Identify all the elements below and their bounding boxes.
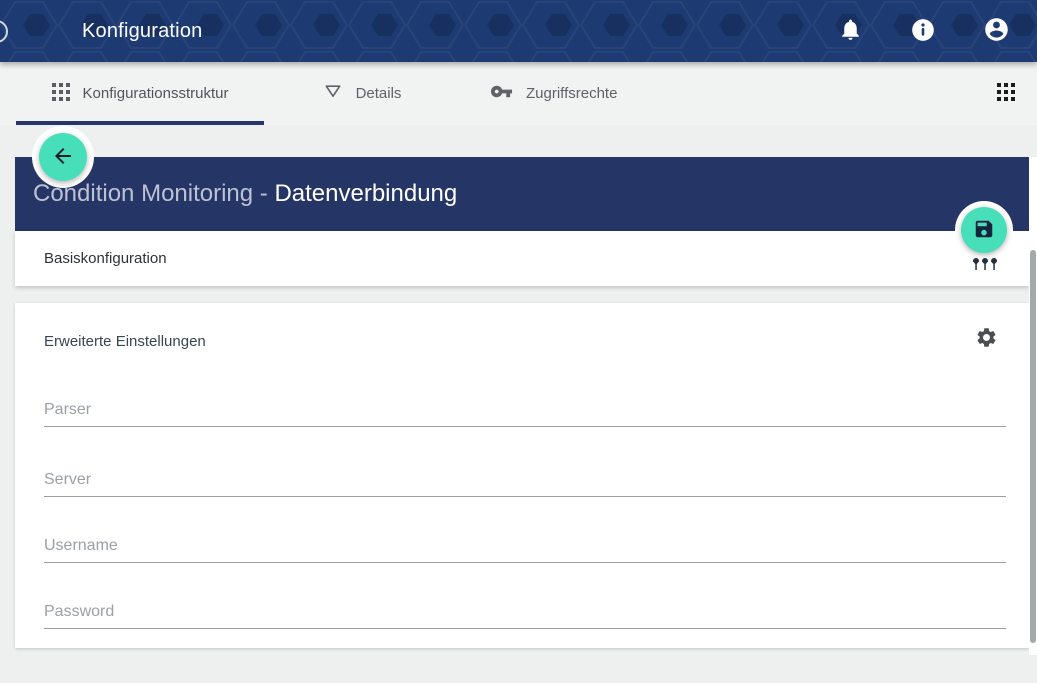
app-bar-actions — [837, 0, 1009, 62]
connector-pins-button[interactable] — [971, 258, 999, 273]
save-button[interactable] — [961, 207, 1007, 253]
tab-details[interactable]: Details — [264, 62, 460, 125]
tab-label: Zugriffsrechte — [526, 85, 617, 102]
parser-input[interactable] — [44, 397, 1006, 427]
username-input[interactable] — [44, 533, 1006, 563]
back-button[interactable] — [39, 133, 87, 181]
notifications-button[interactable] — [837, 18, 863, 44]
server-input[interactable] — [44, 467, 1006, 497]
erweiterte-einstellungen-card: Erweiterte Einstellungen — [15, 303, 1029, 648]
tab-bar: Konfigurationsstruktur Details Zugriffsr… — [0, 62, 1037, 125]
password-input[interactable] — [44, 599, 1006, 629]
server-field-wrap — [44, 467, 1006, 497]
save-icon — [973, 218, 995, 243]
page-header-band: Condition Monitoring - Datenverbindung — [15, 157, 1029, 231]
page-title-main: Datenverbindung — [274, 180, 457, 207]
account-button[interactable] — [983, 18, 1009, 44]
basiskonfiguration-panel: Basiskonfiguration — [15, 231, 1029, 286]
content-area: Condition Monitoring - Datenverbindung B… — [0, 125, 1037, 683]
grid-view-button[interactable] — [997, 62, 1015, 125]
funnel-icon — [323, 82, 343, 106]
arrow-left-icon — [51, 144, 75, 171]
password-field-wrap — [44, 599, 1006, 629]
partial-circle-logo-icon — [0, 20, 8, 43]
card-title: Erweiterte Einstellungen — [44, 333, 206, 350]
app-title: Konfiguration — [82, 0, 202, 62]
grid-icon — [997, 83, 1015, 104]
bell-icon — [838, 17, 863, 45]
gear-icon — [975, 337, 998, 352]
scrollbar-thumb[interactable] — [1030, 250, 1036, 643]
connector-pins-icon — [972, 259, 998, 274]
tab-zugriffsrechte[interactable]: Zugriffsrechte — [460, 62, 617, 125]
info-icon — [910, 17, 936, 46]
username-field-wrap — [44, 533, 1006, 563]
screen: Konfiguration Kon — [0, 0, 1037, 683]
parser-field-wrap — [44, 397, 1006, 427]
page-title: Condition Monitoring - Datenverbindung — [33, 157, 457, 231]
grid-icon — [52, 83, 70, 105]
section-label: Basiskonfiguration — [44, 250, 167, 267]
app-bar: Konfiguration — [0, 0, 1037, 62]
scrollbar-track — [1029, 157, 1037, 655]
info-button[interactable] — [910, 18, 936, 44]
account-icon — [983, 16, 1010, 46]
tab-label: Details — [356, 85, 402, 102]
settings-button[interactable] — [973, 326, 999, 352]
key-icon — [490, 80, 513, 107]
tab-konfigurationsstruktur[interactable]: Konfigurationsstruktur — [16, 62, 264, 125]
tab-label: Konfigurationsstruktur — [83, 85, 229, 102]
